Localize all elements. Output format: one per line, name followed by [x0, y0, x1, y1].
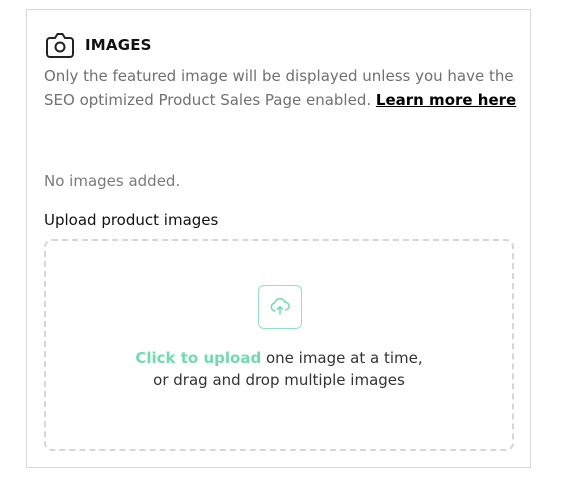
- upload-instructions: Click to upload one image at a time, or …: [46, 347, 512, 391]
- empty-state-text: No images added.: [44, 172, 181, 190]
- upload-instructions-line1: Click to upload one image at a time,: [46, 347, 512, 369]
- upload-instructions-line2: or drag and drop multiple images: [153, 371, 405, 389]
- camera-icon: [44, 29, 76, 61]
- section-description: Only the featured image will be displaye…: [44, 64, 518, 112]
- upload-label: Upload product images: [44, 211, 219, 229]
- learn-more-link[interactable]: Learn more here: [376, 91, 516, 109]
- section-header: IMAGES: [44, 29, 152, 61]
- section-title: IMAGES: [85, 36, 152, 54]
- cloud-upload-icon[interactable]: [258, 285, 302, 329]
- upload-dropzone[interactable]: Click to upload one image at a time, or …: [44, 239, 514, 451]
- upload-line1-rest: one image at a time,: [265, 349, 423, 367]
- images-card: IMAGES Only the featured image will be d…: [26, 9, 531, 468]
- click-to-upload-link[interactable]: Click to upload: [135, 349, 261, 367]
